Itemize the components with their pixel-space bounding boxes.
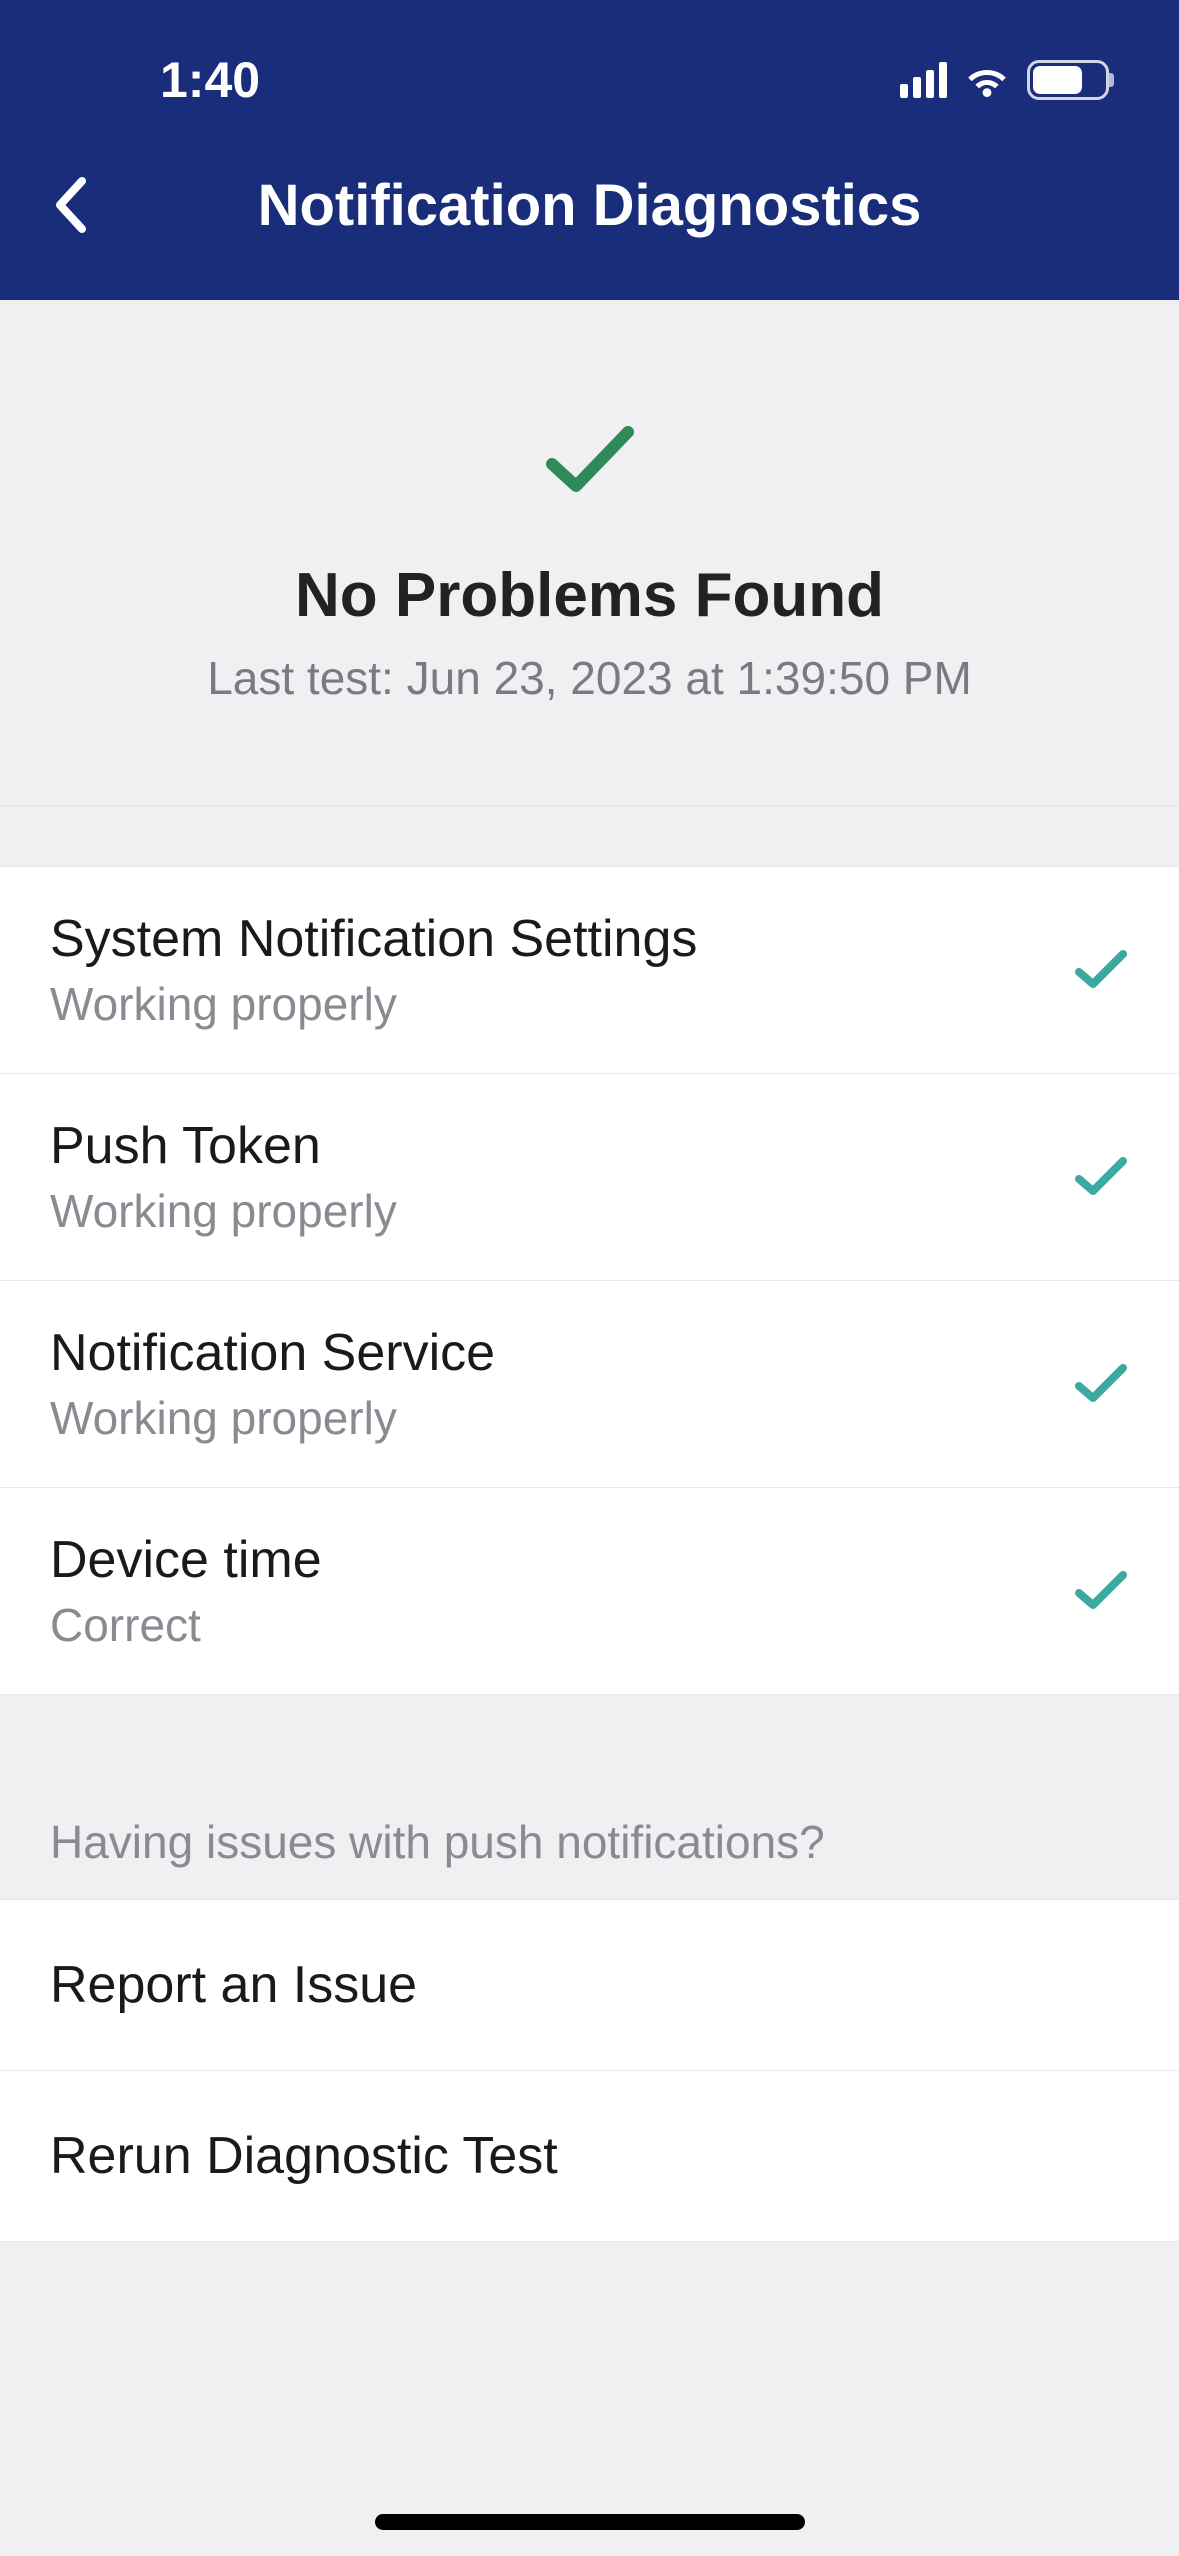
- summary-title: No Problems Found: [40, 560, 1139, 631]
- check-icon: [1073, 1155, 1129, 1199]
- diag-status: Correct: [50, 1598, 322, 1652]
- diag-row-notification-service[interactable]: Notification Service Working properly: [0, 1281, 1179, 1488]
- app-header: 1:40 Notification Diagnostics: [0, 0, 1179, 300]
- spacer: [0, 806, 1179, 866]
- diagnostics-list: System Notification Settings Working pro…: [0, 866, 1179, 1695]
- diag-row-device-time[interactable]: Device time Correct: [0, 1488, 1179, 1695]
- diag-title: Device time: [50, 1530, 322, 1590]
- diag-status: Working properly: [50, 1184, 397, 1238]
- diag-status: Working properly: [50, 1391, 495, 1445]
- check-icon: [1073, 1569, 1129, 1613]
- home-indicator[interactable]: [375, 2514, 805, 2530]
- wifi-icon: [963, 62, 1011, 98]
- cellular-signal-icon: [900, 62, 947, 98]
- summary-panel: No Problems Found Last test: Jun 23, 202…: [0, 300, 1179, 806]
- check-icon: [1073, 948, 1129, 992]
- status-time: 1:40: [160, 51, 260, 109]
- rerun-test-button[interactable]: Rerun Diagnostic Test: [0, 2071, 1179, 2242]
- summary-subtitle: Last test: Jun 23, 2023 at 1:39:50 PM: [40, 651, 1139, 705]
- page-title: Notification Diagnostics: [0, 172, 1179, 239]
- nav-bar: Notification Diagnostics: [0, 110, 1179, 300]
- chevron-left-icon: [52, 175, 88, 235]
- actions-list: Report an Issue Rerun Diagnostic Test: [0, 1899, 1179, 2242]
- diag-title: Push Token: [50, 1116, 397, 1176]
- diag-status: Working properly: [50, 977, 697, 1031]
- back-button[interactable]: [30, 165, 110, 245]
- issues-section-header: Having issues with push notifications?: [0, 1695, 1179, 1899]
- diag-row-system-notification-settings[interactable]: System Notification Settings Working pro…: [0, 866, 1179, 1074]
- success-check-icon: [540, 420, 640, 500]
- check-icon: [1073, 1362, 1129, 1406]
- status-bar: 1:40: [0, 0, 1179, 110]
- report-issue-button[interactable]: Report an Issue: [0, 1899, 1179, 2071]
- battery-icon: [1027, 60, 1109, 100]
- diag-title: System Notification Settings: [50, 909, 697, 969]
- status-indicators: [900, 60, 1109, 100]
- diag-row-push-token[interactable]: Push Token Working properly: [0, 1074, 1179, 1281]
- diag-title: Notification Service: [50, 1323, 495, 1383]
